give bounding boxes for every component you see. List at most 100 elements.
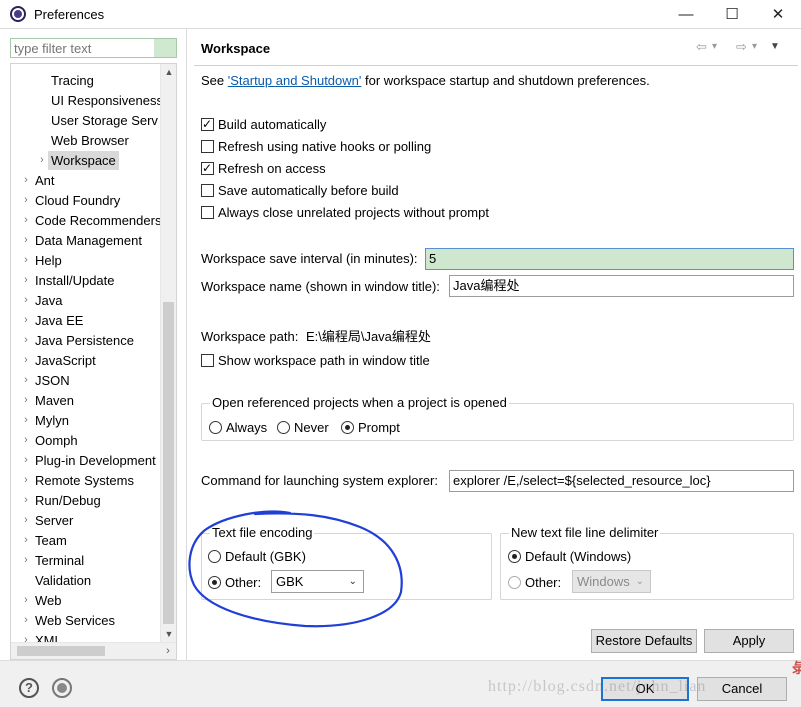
chevron-right-icon[interactable]: › [21,211,31,230]
chevron-right-icon[interactable]: › [21,291,31,310]
tree-item[interactable]: › Cloud Foundry [11,191,161,210]
never-radio[interactable] [277,420,290,434]
chevron-right-icon[interactable]: › [21,471,31,490]
tree-item[interactable]: User Storage Serv [11,111,161,130]
tree-item[interactable]: › Java EE [11,311,161,330]
view-menu-icon[interactable]: ▼ [770,41,780,52]
close-unrelated-projects-option[interactable]: Always close unrelated projects without … [201,203,489,221]
open-always-option[interactable]: Always [209,418,267,436]
tree-item[interactable]: Web Browser [11,131,161,150]
startup-shutdown-link[interactable]: 'Startup and Shutdown' [228,73,362,88]
show-path-option[interactable]: Show workspace path in window title [201,351,430,369]
help-icon[interactable]: ? [19,678,39,698]
tree-item[interactable]: › Maven [11,391,161,410]
maximize-button[interactable]: ☐ [709,0,755,28]
delimiter-other-option[interactable]: Other: [508,573,561,591]
delimiter-default-radio[interactable] [508,549,521,563]
chevron-right-icon[interactable]: › [21,351,31,370]
save-before-build-option[interactable]: Save automatically before build [201,181,399,199]
chevron-right-icon[interactable]: › [21,611,31,630]
tree-item[interactable]: › Workspace [11,151,161,170]
tree-item[interactable]: › Install/Update [11,271,161,290]
tree-item[interactable]: › Java Persistence [11,331,161,350]
chevron-right-icon[interactable]: › [21,371,31,390]
open-prompt-option[interactable]: Prompt [341,418,400,436]
tree-item[interactable]: › JSON [11,371,161,390]
tree-item[interactable]: Validation [11,571,161,590]
apply-button[interactable]: Apply [704,629,794,653]
encoding-select[interactable]: GBK ⌄ [271,570,364,593]
tree-item[interactable]: › Server [11,511,161,530]
encoding-other-option[interactable]: Other: [208,573,261,591]
refresh-native-hooks-checkbox[interactable] [201,139,214,153]
back-menu-icon[interactable]: ▾ [712,41,717,52]
tree-item[interactable]: › Run/Debug [11,491,161,510]
close-unrelated-projects-checkbox[interactable] [201,205,214,219]
scroll-thumb[interactable] [163,302,174,624]
tree-item[interactable]: › Web Services [11,611,161,630]
tree-item[interactable]: Tracing [11,71,161,90]
refresh-on-access-option[interactable]: Refresh on access [201,159,326,177]
filter-input[interactable] [11,39,154,57]
build-automatically-option[interactable]: Build automatically [201,115,326,133]
chevron-right-icon[interactable]: › [21,411,31,430]
chevron-right-icon[interactable]: › [21,511,31,530]
hscroll-thumb[interactable] [17,646,105,656]
tree-item[interactable]: › Plug-in Development [11,451,161,470]
chevron-right-icon[interactable]: › [21,491,31,510]
explorer-command-input[interactable]: explorer /E,/select=${selected_resource_… [449,470,794,492]
encoding-default-option[interactable]: Default (GBK) [208,547,306,565]
cancel-button[interactable]: Cancel [697,677,787,701]
chevron-right-icon[interactable]: › [21,271,31,290]
chevron-right-icon[interactable]: › [21,231,31,250]
tree-vertical-scrollbar[interactable]: ▲ ▼ [160,64,176,642]
tree-item[interactable]: UI Responsiveness [11,91,163,110]
restore-defaults-button[interactable]: Restore Defaults [591,629,697,653]
scroll-right-icon[interactable]: › [160,643,176,659]
encoding-other-radio[interactable] [208,575,221,589]
tree-item[interactable]: › JavaScript [11,351,161,370]
tree-item[interactable]: › Remote Systems [11,471,161,490]
scroll-down-icon[interactable]: ▼ [161,626,176,642]
pane-divider[interactable] [186,29,187,661]
tree-item[interactable]: › Java [11,291,161,310]
close-button[interactable]: ✕ [755,0,801,28]
chevron-right-icon[interactable]: › [21,451,31,470]
record-macro-icon[interactable] [52,678,72,698]
tree-item[interactable]: › Data Management [11,231,161,250]
chevron-right-icon[interactable]: › [21,251,31,270]
tree-horizontal-scrollbar[interactable]: ‹ › [11,642,176,659]
chevron-right-icon[interactable]: › [21,551,31,570]
always-radio[interactable] [209,420,222,434]
tree-item[interactable]: › Code Recommenders [11,211,161,230]
tree-item[interactable]: › Team [11,531,161,550]
tree-item[interactable]: › Mylyn [11,411,161,430]
chevron-right-icon[interactable]: › [21,311,31,330]
back-icon[interactable]: ⇦ [696,39,707,55]
chevron-right-icon[interactable]: › [21,171,31,190]
refresh-native-hooks-option[interactable]: Refresh using native hooks or polling [201,137,431,155]
tree-item[interactable]: › Terminal [11,551,161,570]
build-automatically-checkbox[interactable] [201,116,214,132]
tree-item[interactable]: › Help [11,251,161,270]
prompt-radio[interactable] [341,420,354,434]
filter-clear-area[interactable] [154,39,176,57]
chevron-right-icon[interactable]: › [21,331,31,350]
open-never-option[interactable]: Never [277,418,329,436]
forward-icon[interactable]: ⇨ [736,39,747,55]
tree-item[interactable]: › Oomph [11,431,161,450]
tree-item[interactable]: › Web [11,591,161,610]
chevron-right-icon[interactable]: › [21,191,31,210]
chevron-right-icon[interactable]: › [21,591,31,610]
encoding-default-radio[interactable] [208,549,221,563]
chevron-right-icon[interactable]: › [21,531,31,550]
chevron-right-icon[interactable]: › [21,431,31,450]
ok-button[interactable]: OK [601,677,689,701]
save-interval-input[interactable]: 5 [425,248,794,270]
save-before-build-checkbox[interactable] [201,183,214,197]
chevron-right-icon[interactable]: › [37,151,47,170]
workspace-name-input[interactable]: Java编程处 [449,275,794,297]
minimize-button[interactable]: — [663,0,709,28]
delimiter-default-option[interactable]: Default (Windows) [508,547,631,565]
delimiter-other-radio[interactable] [508,575,521,589]
